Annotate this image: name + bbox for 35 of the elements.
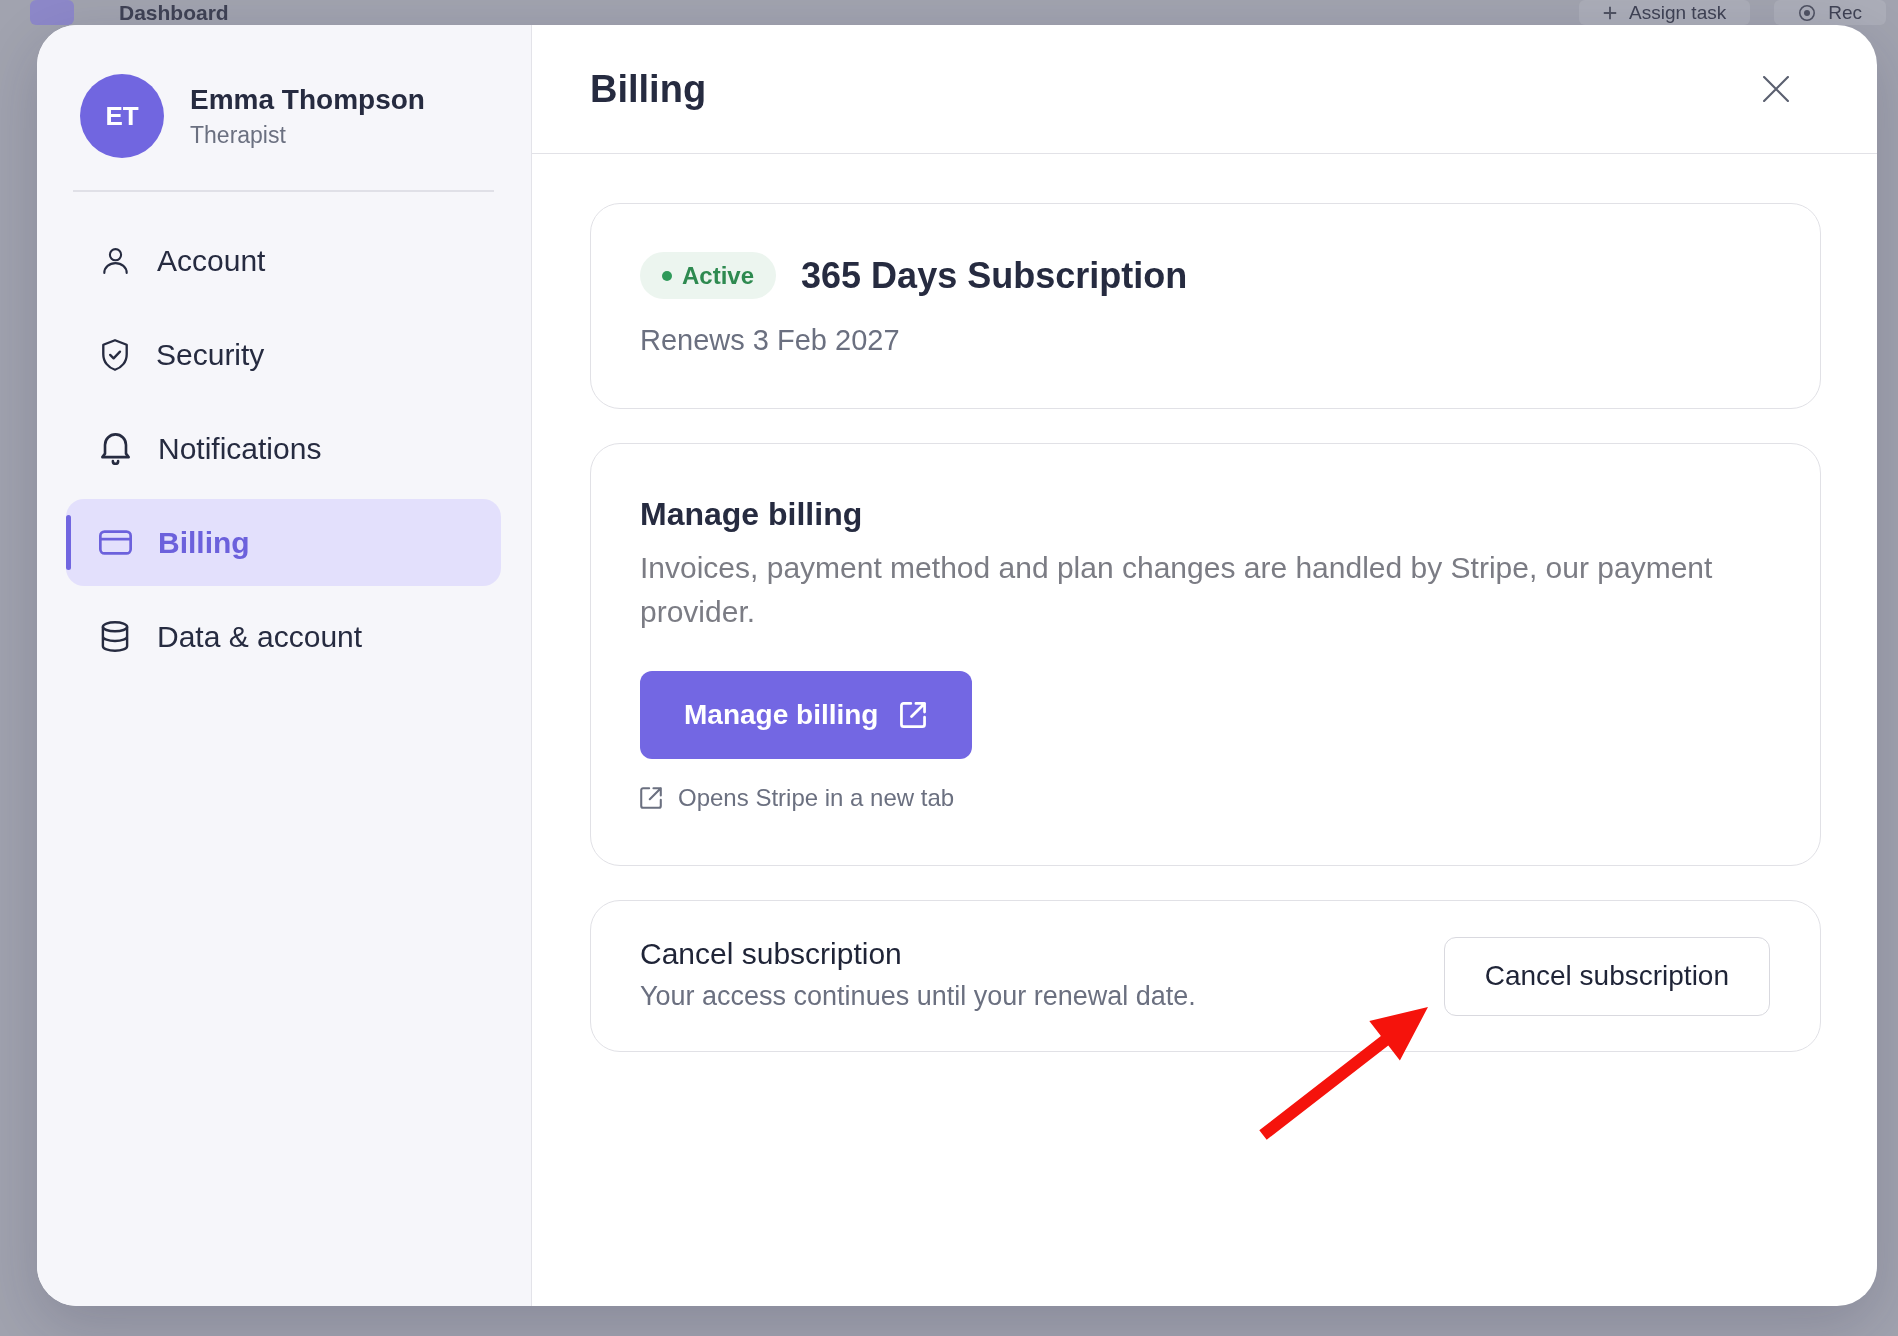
cancel-subscription-button[interactable]: Cancel subscription bbox=[1443, 936, 1770, 1016]
plus-icon bbox=[1603, 5, 1618, 20]
toolbar-button[interactable]: Assign task bbox=[1579, 0, 1751, 25]
logo-icon bbox=[30, 0, 74, 25]
section-title: Cancel subscription bbox=[640, 936, 902, 972]
external-link-icon bbox=[900, 702, 927, 728]
helper-text: Opens Stripe in a new tab bbox=[678, 783, 955, 813]
avatar: ET bbox=[80, 74, 164, 158]
shield-check-icon bbox=[102, 338, 128, 371]
plan-name: 365 Days Subscription bbox=[801, 254, 1188, 297]
section-title: Manage billing bbox=[640, 495, 863, 534]
database-icon bbox=[101, 621, 129, 652]
nav-item[interactable]: Security bbox=[66, 311, 501, 398]
section-description: Your access continues until your renewal date. bbox=[640, 980, 1196, 1013]
toolbar-button[interactable]: Rec bbox=[1774, 0, 1886, 25]
nav-item[interactable]: Account bbox=[66, 217, 501, 304]
close-icon bbox=[1763, 76, 1789, 102]
user-icon bbox=[103, 247, 128, 274]
section-description: Invoices, payment method and plan changes are handled by Stripe, our payment provider. bbox=[640, 550, 1714, 630]
external-link-icon bbox=[640, 787, 662, 809]
manage-billing-button[interactable]: Manage billing bbox=[640, 671, 973, 759]
user-role: Therapist bbox=[190, 121, 286, 149]
nav-item[interactable]: Notifications bbox=[66, 405, 501, 492]
status-label: Active bbox=[682, 261, 755, 290]
nav-item[interactable]: Billing bbox=[66, 499, 501, 586]
user-name: Emma Thompson bbox=[190, 83, 425, 117]
dialog-title: Billing bbox=[590, 67, 707, 111]
status-dot-icon bbox=[662, 270, 672, 281]
renewal-date: Renews 3 Feb 2027 bbox=[640, 323, 900, 357]
credit-card-icon bbox=[99, 530, 132, 555]
dot-circle-icon bbox=[1798, 3, 1817, 22]
nav-item[interactable]: Data & account bbox=[66, 593, 501, 680]
bell-icon bbox=[101, 432, 130, 465]
page-title: Dashboard bbox=[119, 0, 229, 25]
close-button[interactable] bbox=[1763, 76, 1789, 102]
